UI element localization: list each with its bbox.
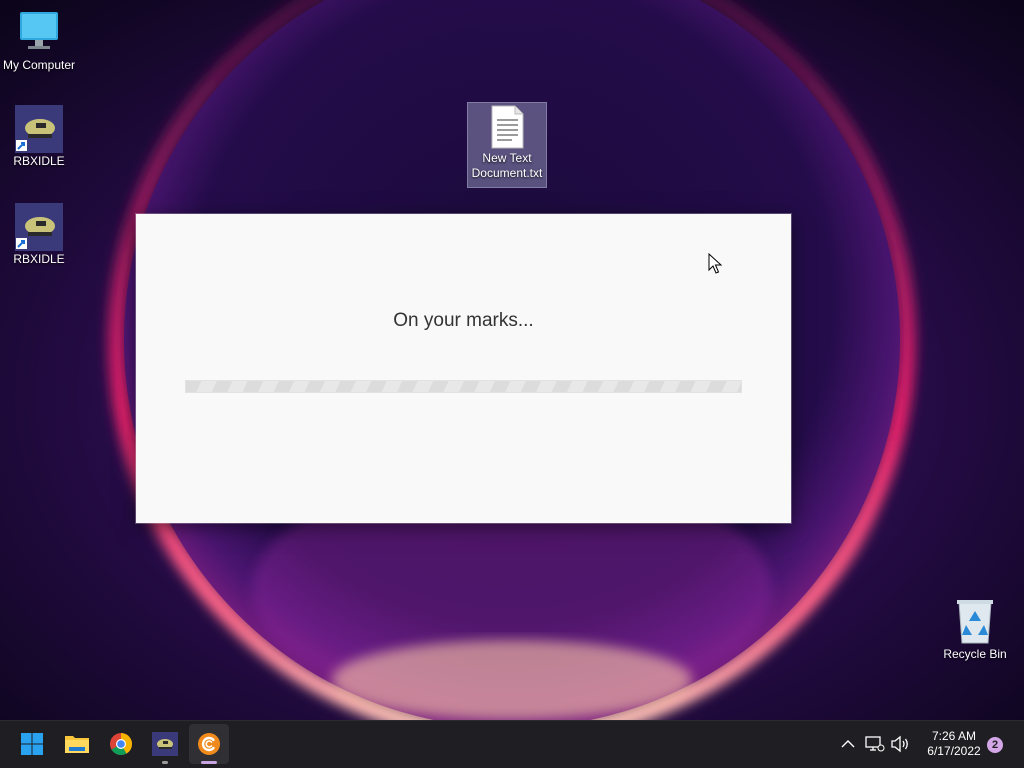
- notification-badge[interactable]: 2: [987, 737, 1003, 753]
- desktop-icon-rbxidle[interactable]: RBXIDLE: [0, 104, 78, 169]
- rbxidle-icon: [152, 732, 178, 756]
- taskbar-ccleaner[interactable]: [189, 724, 229, 764]
- desktop: My Computer RBXIDLE RBXIDLE New Text Doc…: [0, 0, 1024, 720]
- desktop-icon-label: My Computer: [2, 58, 76, 72]
- desktop-icon-rbxidle[interactable]: RBXIDLE: [0, 202, 78, 267]
- recycle-bin-icon: [950, 597, 1000, 647]
- windows-start-icon: [21, 733, 43, 755]
- chevron-up-icon: [841, 740, 855, 748]
- text-document-icon: [482, 103, 532, 151]
- desktop-icon-label: New Text Document.txt: [471, 151, 543, 180]
- mouse-cursor-icon: [708, 253, 722, 274]
- volume-button[interactable]: [889, 733, 911, 755]
- loading-dialog[interactable]: On your marks...: [136, 214, 791, 523]
- desktop-icon-new-text-document[interactable]: New Text Document.txt: [467, 102, 547, 188]
- progress-bar: [185, 380, 742, 393]
- desktop-icon-label: RBXIDLE: [13, 154, 65, 168]
- clock-date: 6/17/2022: [927, 744, 981, 758]
- desktop-icon-label: Recycle Bin: [943, 647, 1007, 661]
- rbxidle-shortcut-icon: [14, 104, 64, 154]
- taskbar: 7:26 AM 6/17/2022 2: [0, 720, 1024, 768]
- active-indicator: [201, 761, 217, 764]
- volume-icon: [891, 735, 908, 753]
- desktop-icon-label: RBXIDLE: [13, 252, 65, 266]
- network-icon: [865, 736, 885, 752]
- rbxidle-shortcut-icon: [14, 202, 64, 252]
- folder-icon: [65, 736, 89, 753]
- clock-time: 7:26 AM: [931, 729, 977, 743]
- network-button[interactable]: [864, 733, 886, 755]
- taskbar-rbxidle[interactable]: [145, 724, 185, 764]
- running-indicator: [162, 761, 168, 764]
- ccleaner-icon: [198, 733, 220, 755]
- taskbar-file-explorer[interactable]: [57, 724, 97, 764]
- computer-icon: [14, 8, 64, 58]
- clock[interactable]: 7:26 AM 6/17/2022: [914, 729, 994, 759]
- show-hidden-icons-button[interactable]: [837, 733, 859, 755]
- chrome-icon: [110, 733, 132, 755]
- start-button[interactable]: [12, 724, 52, 764]
- desktop-icon-recycle-bin[interactable]: Recycle Bin: [936, 597, 1014, 662]
- desktop-icon-my-computer[interactable]: My Computer: [0, 8, 78, 73]
- status-text: On your marks...: [393, 310, 534, 331]
- taskbar-chrome[interactable]: [101, 724, 141, 764]
